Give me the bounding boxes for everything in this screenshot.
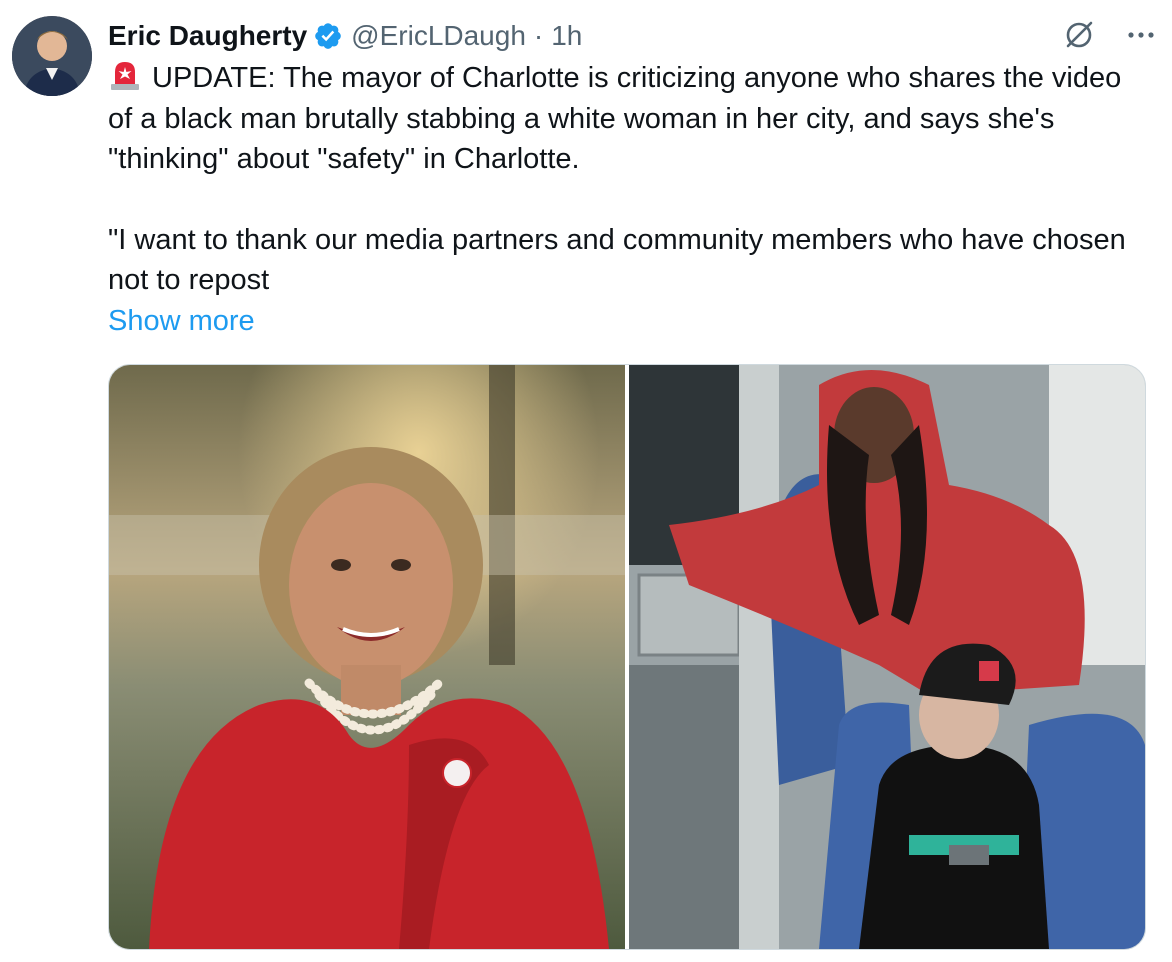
tweet[interactable]: Eric Daugherty @EricLDaugh · 1h UPDATE: … [0, 0, 1172, 962]
verified-badge-icon[interactable] [313, 21, 343, 51]
more-icon[interactable] [1124, 18, 1158, 52]
grok-icon[interactable] [1062, 18, 1096, 52]
tweet-line-1: UPDATE: The mayor of Charlotte is critic… [108, 62, 1122, 175]
author-handle[interactable]: @EricLDaugh [351, 20, 526, 52]
header-actions [1062, 18, 1158, 52]
tweet-paragraph-1: UPDATE: The mayor of Charlotte is critic… [108, 58, 1148, 180]
tweet-paragraph-2: "I want to thank our media partners and … [108, 223, 1126, 297]
tweet-header: Eric Daugherty @EricLDaugh · 1h [108, 14, 582, 58]
police-light-icon [108, 58, 142, 92]
show-more-link[interactable]: Show more [108, 301, 255, 342]
tweet-timestamp[interactable]: 1h [551, 20, 582, 52]
author-avatar[interactable] [12, 16, 92, 96]
tweet-media [108, 364, 1146, 950]
photo-woman-red-dress[interactable] [109, 365, 625, 949]
tweet-text: UPDATE: The mayor of Charlotte is critic… [108, 58, 1148, 341]
photo-train-surveillance[interactable] [629, 365, 1145, 949]
separator-dot: · [533, 20, 544, 51]
author-name[interactable]: Eric Daugherty [108, 20, 307, 52]
